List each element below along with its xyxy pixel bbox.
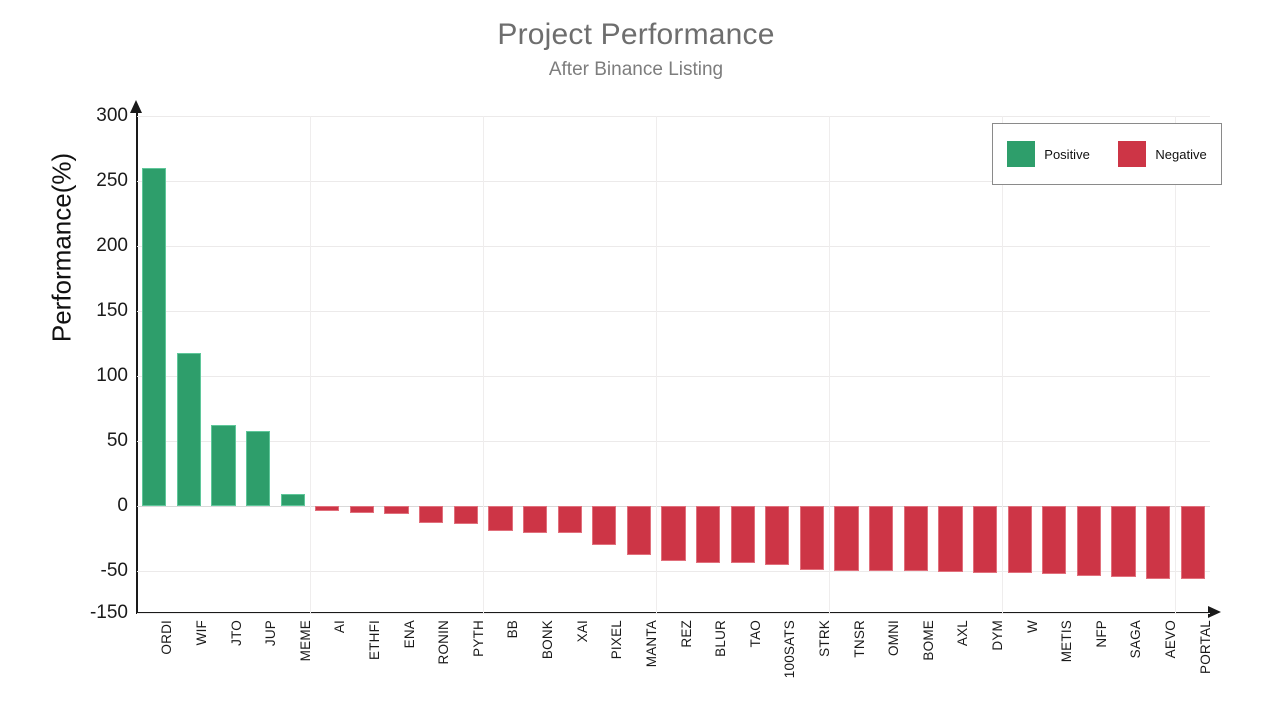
x-tick-label: ORDI [159, 620, 175, 655]
x-tick-label: REZ [678, 620, 694, 648]
x-tick-label: BB [505, 620, 521, 639]
bar[interactable] [176, 352, 202, 506]
bar[interactable] [557, 506, 582, 534]
legend-item-negative[interactable]: Negative [1118, 141, 1207, 167]
gridline-vertical [483, 116, 485, 613]
bar[interactable] [211, 425, 236, 506]
y-tick-label: 200 [96, 235, 128, 256]
bar[interactable] [419, 506, 444, 523]
y-tick-label: 50 [106, 430, 128, 451]
x-tick-label: TAO [747, 620, 763, 648]
bar[interactable] [938, 506, 963, 573]
bar[interactable] [315, 506, 340, 512]
y-axis-tick-labels: 300 250 200 150 100 50 0 -50 -150 [0, 105, 128, 623]
bar[interactable] [1180, 506, 1205, 579]
x-tick-label: BOME [920, 620, 936, 661]
bar[interactable] [453, 506, 478, 525]
x-tick-label: 100SATS [782, 620, 798, 679]
bar[interactable] [1007, 506, 1032, 574]
x-tick-label: MEME [297, 620, 313, 662]
gridline-horizontal [137, 441, 1210, 442]
bar[interactable] [142, 168, 167, 506]
x-tick-label: STRK [816, 620, 832, 657]
x-tick-label: METIS [1059, 620, 1075, 663]
bar[interactable] [1145, 506, 1171, 579]
gridline-horizontal [137, 246, 1210, 247]
legend-swatch-negative-icon [1118, 141, 1147, 167]
x-tick-label: PYTH [470, 620, 486, 657]
y-tick-label: 250 [96, 170, 128, 191]
legend-item-positive[interactable]: Positive [1007, 141, 1090, 167]
page-title: Project Performance [497, 18, 775, 51]
bar[interactable] [349, 506, 375, 513]
bar[interactable] [488, 506, 513, 531]
gridline-horizontal [137, 613, 1210, 614]
legend: Positive Negative [992, 123, 1222, 185]
x-tick-label: DYM [990, 620, 1006, 651]
gridline-horizontal [137, 311, 1210, 312]
bar[interactable] [522, 506, 548, 534]
y-tick-label: -150 [89, 602, 128, 623]
x-tick-label: BLUR [713, 620, 729, 657]
x-tick-label: MANTA [643, 620, 659, 668]
x-tick-label: AI [332, 620, 348, 634]
x-tick-label: NFP [1093, 620, 1109, 648]
y-tick-label: -50 [100, 560, 128, 581]
x-tick-label: PORTAL [1197, 620, 1213, 674]
bar[interactable] [626, 506, 651, 556]
x-tick-label: TNSR [851, 620, 867, 658]
gridline-horizontal [137, 376, 1210, 377]
x-tick-label: AEVO [1163, 620, 1179, 659]
bar[interactable] [730, 506, 755, 564]
gridline-horizontal [137, 116, 1210, 117]
chart-subtitle: After Binance Listing [548, 59, 724, 80]
bar[interactable] [903, 506, 928, 572]
legend-swatch-positive-icon [1007, 141, 1036, 167]
x-tick-label: ENA [401, 620, 417, 649]
bar[interactable] [869, 506, 894, 572]
legend-label-negative: Negative [1155, 146, 1207, 162]
y-tick-label: 300 [96, 105, 128, 126]
y-tick-label: 0 [117, 495, 128, 516]
bar-chart: Project Performance After Binance Listin… [0, 0, 1272, 716]
bar[interactable] [384, 506, 409, 514]
x-tick-label: JUP [263, 620, 279, 647]
x-tick-label: WIF [193, 620, 209, 646]
bar[interactable] [280, 494, 305, 506]
x-tick-label: XAI [574, 620, 590, 643]
x-tick-label: AXL [955, 620, 971, 647]
gridline-vertical [1002, 116, 1004, 613]
y-tick-label: 100 [96, 365, 128, 386]
bar[interactable] [834, 506, 859, 571]
bar[interactable] [246, 430, 271, 506]
x-tick-label: OMNI [886, 620, 902, 657]
bar[interactable] [972, 506, 998, 573]
gridline-vertical [656, 116, 658, 613]
bar[interactable] [799, 506, 825, 570]
x-tick-label: JTO [228, 620, 244, 646]
gridline-vertical [1175, 116, 1177, 613]
title-block: Project Performance After Binance Listin… [0, 16, 1272, 84]
x-tick-label: PIXEL [609, 620, 625, 660]
legend-label-positive: Positive [1044, 146, 1090, 162]
x-tick-label: W [1024, 620, 1040, 633]
bar[interactable] [765, 506, 790, 565]
bar[interactable] [592, 506, 617, 545]
x-tick-label: SAGA [1128, 620, 1144, 659]
plot-area [137, 116, 1210, 614]
bar[interactable] [695, 506, 721, 564]
bar[interactable] [1111, 506, 1136, 577]
bar[interactable] [1076, 506, 1101, 576]
y-axis-arrow-icon [130, 100, 142, 113]
x-tick-label: RONIN [436, 620, 452, 665]
gridline-vertical [829, 116, 831, 613]
y-tick-label: 150 [96, 300, 128, 321]
bar[interactable] [661, 506, 686, 561]
bar[interactable] [1042, 506, 1067, 575]
x-tick-label: ETHFI [366, 620, 382, 660]
x-tick-label: BONK [540, 620, 556, 660]
gridline-vertical [310, 116, 312, 613]
